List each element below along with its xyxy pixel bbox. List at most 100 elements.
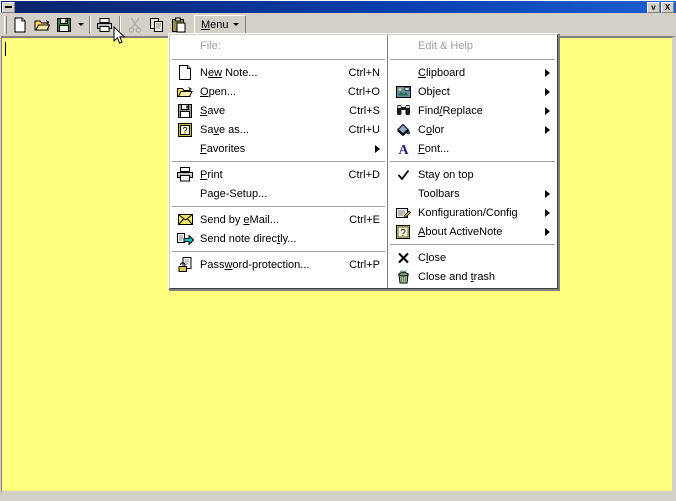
submenu-arrow-icon xyxy=(545,208,550,217)
object-picture-icon xyxy=(391,84,415,100)
send-arrow-icon xyxy=(173,231,197,247)
menu-item-close-and-trash[interactable]: Close and trash xyxy=(388,267,557,286)
toolbar-grip[interactable] xyxy=(4,15,7,34)
chevron-down-icon xyxy=(77,23,84,26)
new-document-icon xyxy=(173,65,197,81)
menu-item-label: Clipboard xyxy=(418,66,466,79)
open-folder-icon xyxy=(173,84,197,100)
menu-item-save[interactable]: Save Ctrl+S xyxy=(170,101,387,120)
menu-item-label: Find/Replace xyxy=(418,104,483,117)
menu-item-accelerator: Ctrl+O xyxy=(347,85,380,98)
menu-item-label: Send note directly... xyxy=(200,232,297,245)
menu-item-save-as[interactable]: ? Save as... Ctrl+U xyxy=(170,120,387,139)
menu-item-send-by-email[interactable]: Send by eMail... Ctrl+E xyxy=(170,210,387,229)
cut-button[interactable] xyxy=(124,14,146,35)
chevron-down-icon xyxy=(232,23,239,26)
menu-button-label: Menu xyxy=(201,18,229,31)
text-caret xyxy=(5,42,6,56)
menu-item-find-replace[interactable]: Find/Replace xyxy=(388,101,557,120)
menu-item-open[interactable]: Open... Ctrl+O xyxy=(170,82,387,101)
mouse-cursor xyxy=(113,25,126,46)
menu-item-label: Password-protection... xyxy=(200,258,310,271)
menu-item-label: Save xyxy=(200,104,226,117)
menu-item-label: Stay on top xyxy=(418,168,474,181)
menu-separator xyxy=(390,161,555,162)
paste-button[interactable] xyxy=(168,14,190,35)
menu-item-favorites[interactable]: Favorites xyxy=(170,139,387,158)
no-icon xyxy=(173,141,197,157)
minimize-button[interactable]: v xyxy=(647,1,660,13)
menu-item-label: Font... xyxy=(418,142,450,155)
menu-item-color[interactable]: Color xyxy=(388,120,557,139)
help-question-icon: ? xyxy=(391,224,415,240)
floppy-disk-icon xyxy=(173,103,197,119)
menu-item-label: Toolbars xyxy=(418,187,460,200)
menu-item-label: Close xyxy=(418,251,447,264)
menu-item-konfiguration[interactable]: Konfiguration/Config xyxy=(388,203,557,222)
menu-item-label: Object xyxy=(418,85,450,98)
submenu-arrow-icon xyxy=(545,125,550,134)
menu-header-file: File: xyxy=(200,40,221,52)
menu-separator xyxy=(172,59,385,60)
menu-item-label: Print xyxy=(200,168,223,181)
menu-item-accelerator: Ctrl+E xyxy=(349,213,380,226)
menu-item-toolbars[interactable]: Toolbars xyxy=(388,184,557,203)
binoculars-icon xyxy=(391,103,415,119)
menu-separator xyxy=(390,244,555,245)
menu-item-label: Favorites xyxy=(200,142,246,155)
menu-item-page-setup[interactable]: Page-Setup... xyxy=(170,184,387,203)
menu-item-accelerator: Ctrl+P xyxy=(349,258,380,271)
toolbar-separator xyxy=(89,15,91,34)
menu-item-label: About ActiveNote xyxy=(418,225,503,238)
x-close-icon xyxy=(391,250,415,266)
save-as-icon: ? xyxy=(173,122,197,138)
menu-item-new-note[interactable]: New Note... Ctrl+N xyxy=(170,63,387,82)
copy-button[interactable] xyxy=(146,14,168,35)
menu-item-label: Save as... xyxy=(200,123,249,136)
menu-item-password-protection[interactable]: Password-protection... Ctrl+P xyxy=(170,255,387,274)
checkmark-icon xyxy=(391,167,415,183)
menu-item-label: Color xyxy=(418,123,445,136)
close-button[interactable]: X xyxy=(661,1,674,13)
menu-item-accelerator: Ctrl+N xyxy=(348,66,380,79)
printer-icon xyxy=(173,167,197,183)
submenu-arrow-icon xyxy=(545,189,550,198)
font-a-icon: A xyxy=(391,141,415,157)
open-button[interactable] xyxy=(31,14,53,35)
menu-separator xyxy=(172,206,385,207)
no-icon xyxy=(173,186,197,202)
no-icon xyxy=(391,186,415,202)
submenu-arrow-icon xyxy=(545,106,550,115)
menu-item-label: Konfiguration/Config xyxy=(418,206,518,219)
no-icon xyxy=(391,65,415,81)
menu-item-accelerator: Ctrl+S xyxy=(349,104,380,117)
system-menu-icon[interactable] xyxy=(2,1,15,13)
menu-item-clipboard[interactable]: Clipboard xyxy=(388,63,557,82)
save-dropdown-button[interactable] xyxy=(75,14,86,35)
menu-item-about-activenote[interactable]: ? About ActiveNote xyxy=(388,222,557,241)
new-note-button[interactable] xyxy=(9,14,31,35)
save-button[interactable] xyxy=(53,14,75,35)
menu-separator xyxy=(390,59,555,60)
menu-item-object[interactable]: Object xyxy=(388,82,557,101)
trash-icon xyxy=(391,269,415,285)
menu-item-print[interactable]: Print Ctrl+D xyxy=(170,165,387,184)
menu-button[interactable]: Menu xyxy=(194,15,246,34)
submenu-arrow-icon xyxy=(545,227,550,236)
menu-item-label: Send by eMail... xyxy=(200,213,279,226)
menu-item-close[interactable]: Close xyxy=(388,248,557,267)
svg-text:A: A xyxy=(398,143,409,156)
menu-item-stay-on-top[interactable]: Stay on top xyxy=(388,165,557,184)
menu-item-label: Open... xyxy=(200,85,237,98)
submenu-arrow-icon xyxy=(375,144,380,153)
menu-item-send-note-directly[interactable]: Send note directly... xyxy=(170,229,387,248)
menu-separator xyxy=(172,251,385,252)
main-menu-popup: File: New Note... Ctrl+N Open... Ctrl+O xyxy=(168,33,559,290)
submenu-arrow-icon xyxy=(545,68,550,77)
menu-item-accelerator: Ctrl+U xyxy=(348,123,380,136)
submenu-arrow-icon xyxy=(545,87,550,96)
menu-item-font[interactable]: A Font... xyxy=(388,139,557,158)
svg-text:?: ? xyxy=(400,228,406,239)
menu-column-file: File: New Note... Ctrl+N Open... Ctrl+O xyxy=(170,35,387,288)
menu-separator xyxy=(172,161,385,162)
